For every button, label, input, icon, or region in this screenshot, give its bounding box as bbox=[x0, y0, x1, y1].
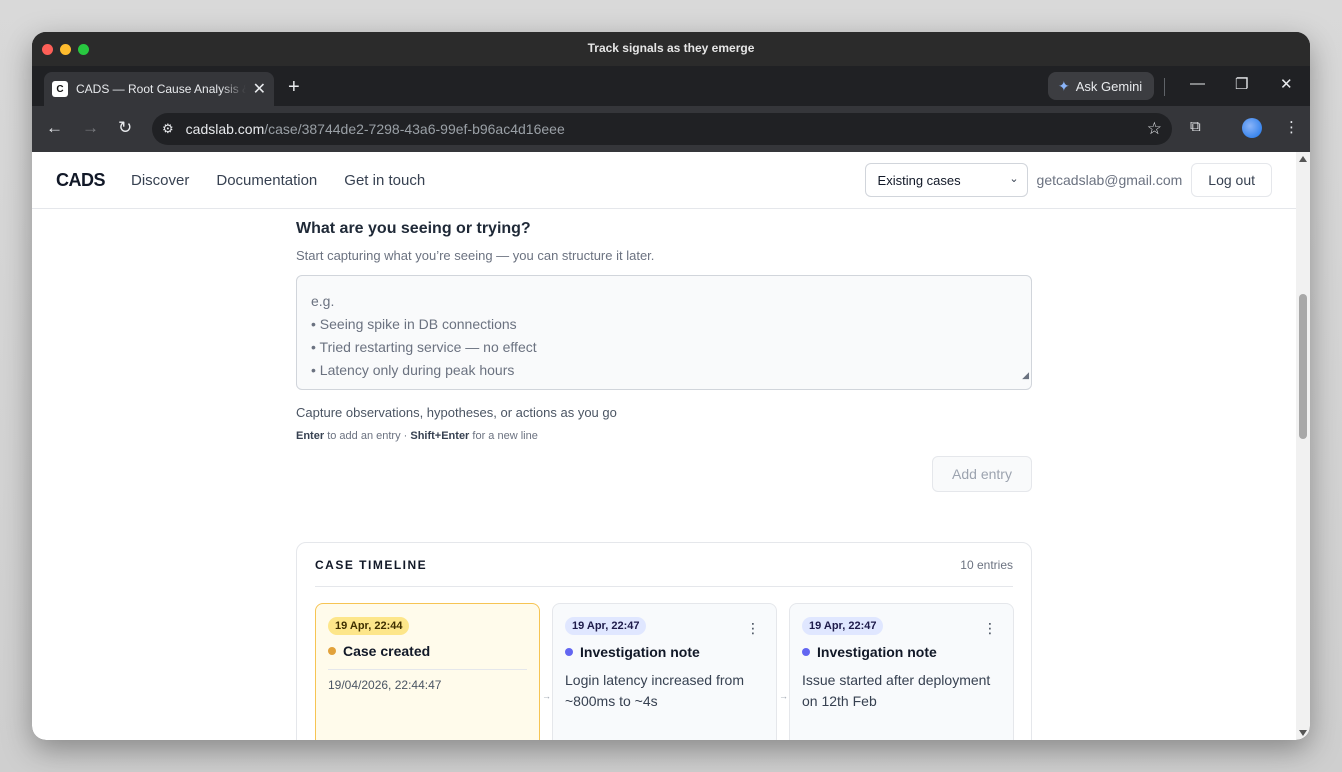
address-bar[interactable]: ⚙ cadslab.com/case/38744de2-7298-43a6-99… bbox=[152, 113, 1172, 145]
back-icon[interactable]: ← bbox=[46, 118, 63, 138]
nav-discover[interactable]: Discover bbox=[131, 172, 189, 189]
time-pill: 19 Apr, 22:47 bbox=[565, 617, 647, 635]
url-host: cadslab.com bbox=[185, 121, 265, 137]
chevron-down-icon: ⌄ bbox=[1009, 173, 1019, 185]
restore-icon[interactable]: ❐ bbox=[1235, 75, 1248, 93]
ask-gemini-label: Ask Gemini bbox=[1075, 78, 1143, 94]
nav-get-in-touch[interactable]: Get in touch bbox=[344, 172, 425, 189]
card-title-text: Investigation note bbox=[817, 644, 937, 660]
timeline-card-note[interactable]: 19 Apr, 22:47 ⋮ Investigation note Login… bbox=[552, 603, 777, 740]
entry-heading: What are you seeing or trying? bbox=[296, 220, 531, 237]
timeline-count: 10 entries bbox=[960, 557, 1013, 572]
status-dot bbox=[565, 648, 573, 656]
select-value: Existing cases bbox=[877, 172, 961, 188]
logout-button[interactable]: Log out bbox=[1191, 163, 1272, 197]
case-timeline: CASE TIMELINE 10 entries 19 Apr, 22:44 C… bbox=[296, 542, 1032, 740]
cads-favicon-icon: C bbox=[52, 81, 68, 97]
entry-textarea[interactable]: e.g. • Seeing spike in DB connections • … bbox=[296, 275, 1032, 390]
toolbar-separator bbox=[1164, 78, 1165, 96]
url-text: cadslab.com/case/38744de2-7298-43a6-99ef… bbox=[186, 121, 565, 137]
shortcut-enter-text: to add an entry · bbox=[327, 430, 408, 442]
card-title-text: Investigation note bbox=[580, 644, 700, 660]
nav-documentation[interactable]: Documentation bbox=[216, 172, 317, 189]
card-title: Case created bbox=[328, 643, 527, 659]
placeholder-line: • Latency only during peak hours bbox=[311, 362, 515, 378]
placeholder-line: • Tried restarting service — no effect bbox=[311, 339, 537, 355]
card-title: Investigation note bbox=[802, 644, 1001, 660]
reload-icon[interactable]: ↻ bbox=[118, 118, 132, 138]
menu-kebab-icon[interactable]: ⋮ bbox=[1284, 118, 1299, 136]
shortcut-shift-key: Shift+Enter bbox=[410, 430, 470, 442]
time-pill: 19 Apr, 22:44 bbox=[328, 617, 410, 635]
card-body: Login latency increased from ~800ms to ~… bbox=[565, 672, 744, 709]
app-header: CADS Discover Documentation Get in touch… bbox=[32, 152, 1296, 209]
tab-cads[interactable]: C CADS — Root Cause Analysis & Decision … bbox=[44, 72, 274, 106]
user-email: getcadslab@gmail.com bbox=[1036, 172, 1183, 188]
status-dot bbox=[328, 647, 336, 655]
timeline-card-note[interactable]: 19 Apr, 22:47 ⋮ Investigation note Issue… bbox=[789, 603, 1014, 740]
shortcut-hint: Enter to add an entry · Shift+Enter for … bbox=[296, 430, 1032, 442]
scroll-thumb[interactable] bbox=[1299, 294, 1307, 439]
entry-section: What are you seeing or trying? Start cap… bbox=[296, 220, 1032, 492]
status-dot bbox=[802, 648, 810, 656]
minimize-icon[interactable]: — bbox=[1190, 75, 1205, 92]
tab-close-icon[interactable]: ✕ bbox=[253, 79, 266, 99]
tab-title: CADS — Root Cause Analysis & Decision Su… bbox=[76, 82, 246, 96]
shortcut-shift-text: for a new line bbox=[472, 430, 538, 442]
page-scrollbar[interactable] bbox=[1296, 152, 1310, 740]
card-timestamp: 19/04/2026, 22:44:47 bbox=[328, 678, 442, 692]
resize-handle-icon[interactable]: ◢ bbox=[1022, 364, 1029, 387]
close-icon[interactable]: ✕ bbox=[1280, 75, 1293, 93]
card-title-text: Case created bbox=[343, 643, 431, 659]
header-actions: Existing cases ⌄ getcadslab@gmail.com Lo… bbox=[864, 163, 1272, 197]
placeholder-line: • Seeing spike in DB connections bbox=[311, 316, 517, 332]
add-entry-button[interactable]: Add entry bbox=[932, 456, 1032, 492]
add-entry-row: Add entry bbox=[296, 456, 1032, 492]
browser-toolbar: ← → ↻ ⚙ cadslab.com/case/38744de2-7298-4… bbox=[32, 106, 1310, 152]
favicon-letter: C bbox=[56, 83, 64, 95]
card-body: Issue started after deployment on 12th F… bbox=[802, 672, 991, 709]
time-pill: 19 Apr, 22:47 bbox=[802, 617, 884, 635]
scroll-up-icon[interactable] bbox=[1299, 156, 1307, 162]
mac-titlebar: Track signals as they emerge bbox=[32, 32, 1310, 66]
new-tab-icon[interactable]: + bbox=[288, 76, 300, 99]
browser-window: Track signals as they emerge C CADS — Ro… bbox=[32, 32, 1310, 740]
profile-avatar[interactable] bbox=[1242, 118, 1262, 138]
url-path: /case/38744de2-7298-43a6-99ef-b96ac4d16e… bbox=[264, 121, 565, 137]
timeline-card-created[interactable]: 19 Apr, 22:44 Case created 19/04/2026, 2… bbox=[315, 603, 540, 740]
timeline-arrow-icon: → bbox=[542, 691, 551, 701]
card-menu-icon[interactable]: ⋮ bbox=[746, 620, 760, 637]
gemini-icon: ✦ bbox=[1058, 77, 1070, 94]
timeline-title: CASE TIMELINE bbox=[315, 557, 428, 572]
bookmark-star-icon[interactable]: ☆ bbox=[1147, 119, 1162, 139]
card-divider bbox=[328, 669, 527, 670]
site-settings-icon[interactable]: ⚙ bbox=[162, 121, 174, 137]
tab-strip: C CADS — Root Cause Analysis & Decision … bbox=[32, 66, 1310, 106]
entry-hint: Capture observations, hypotheses, or act… bbox=[296, 405, 617, 420]
entry-subheading: Start capturing what you’re seeing — you… bbox=[296, 248, 655, 263]
scroll-down-icon[interactable] bbox=[1299, 730, 1307, 736]
timeline-arrow-icon: → bbox=[779, 691, 788, 701]
placeholder-line: e.g. bbox=[311, 293, 335, 309]
card-menu-icon[interactable]: ⋮ bbox=[983, 620, 997, 637]
card-title: Investigation note bbox=[565, 644, 764, 660]
forward-icon[interactable]: → bbox=[82, 118, 99, 138]
ask-gemini-button[interactable]: ✦ Ask Gemini bbox=[1048, 72, 1155, 100]
window-title: Track signals as they emerge bbox=[587, 41, 755, 55]
page-content: CADS Discover Documentation Get in touch… bbox=[32, 152, 1296, 740]
tab-search-icon[interactable]: ⧉ bbox=[1190, 118, 1201, 135]
timeline-header: CASE TIMELINE 10 entries bbox=[315, 543, 1013, 587]
existing-cases-select[interactable]: Existing cases ⌄ bbox=[864, 163, 1028, 197]
cads-logo[interactable]: CADS bbox=[56, 170, 106, 191]
shortcut-enter-key: Enter bbox=[296, 430, 325, 442]
